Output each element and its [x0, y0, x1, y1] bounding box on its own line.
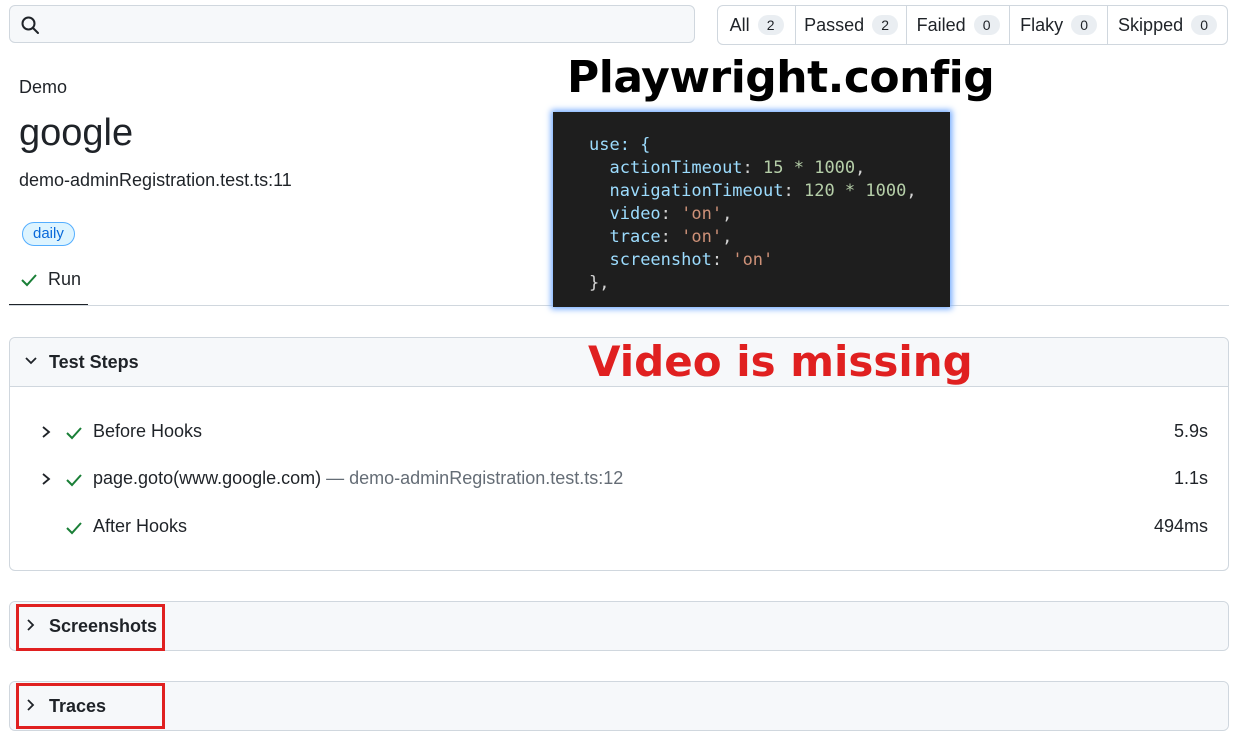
test-steps-label: Test Steps — [49, 352, 139, 372]
step-duration: 1.1s — [1173, 468, 1208, 488]
search-input[interactable] — [9, 5, 695, 43]
step-duration: 5.9s — [1173, 421, 1208, 441]
filter-all[interactable]: All 2 — [718, 6, 797, 44]
check-icon — [66, 474, 82, 487]
filter-passed[interactable]: Passed 2 — [796, 6, 908, 44]
filter-failed[interactable]: Failed 0 — [907, 6, 1011, 44]
tag-badge[interactable]: daily — [22, 222, 75, 246]
check-icon — [21, 274, 37, 287]
project-name: Demo — [19, 77, 68, 97]
filter-count: 2 — [757, 15, 784, 35]
test-title: google — [19, 112, 134, 154]
step-label: page.goto(www.google.com) — [93, 468, 322, 488]
step-label: Before Hooks — [93, 421, 203, 441]
traces-panel: Traces — [9, 681, 1229, 731]
screenshots-panel: Screenshots — [9, 601, 1229, 651]
filter-skipped[interactable]: Skipped 0 — [1108, 6, 1227, 44]
tab-run[interactable]: Run — [9, 262, 88, 306]
filter-count: 0 — [1071, 15, 1098, 35]
screenshots-header[interactable]: Screenshots — [10, 602, 1228, 650]
filter-count: 0 — [1191, 15, 1218, 35]
step-duration: 494ms — [1153, 516, 1208, 536]
test-location: demo-adminRegistration.test.ts:11 — [19, 170, 292, 190]
chevron-right-icon[interactable] — [38, 424, 54, 440]
filter-count: 2 — [872, 15, 899, 35]
check-icon — [66, 522, 82, 535]
chevron-right-icon[interactable] — [38, 471, 54, 487]
check-icon — [66, 427, 82, 440]
step-location: — demo-adminRegistration.test.ts:12 — [321, 468, 624, 488]
filter-flaky[interactable]: Flaky 0 — [1010, 6, 1109, 44]
step-row[interactable]: page.goto(www.google.com) — demo-adminRe… — [10, 464, 1228, 504]
step-row: After Hooks 494ms — [10, 512, 1228, 552]
chevron-down-icon — [25, 357, 37, 365]
missing-video-annotation: Video is missing — [588, 337, 973, 386]
filter-count: 0 — [973, 15, 1000, 35]
traces-header[interactable]: Traces — [10, 682, 1228, 730]
highlight-box — [16, 683, 165, 729]
status-filter-bar: All 2 Passed 2 Failed 0 Flaky 0 Skipped … — [717, 5, 1228, 45]
annotation-title: Playwright.config — [567, 52, 995, 103]
config-code-block: use: { actionTimeout: 15 * 1000, navigat… — [553, 112, 950, 307]
step-label: After Hooks — [93, 516, 188, 536]
highlight-box — [16, 604, 165, 651]
tab-run-label: Run — [48, 269, 82, 289]
search-icon — [21, 16, 39, 34]
step-row[interactable]: Before Hooks 5.9s — [10, 417, 1228, 457]
